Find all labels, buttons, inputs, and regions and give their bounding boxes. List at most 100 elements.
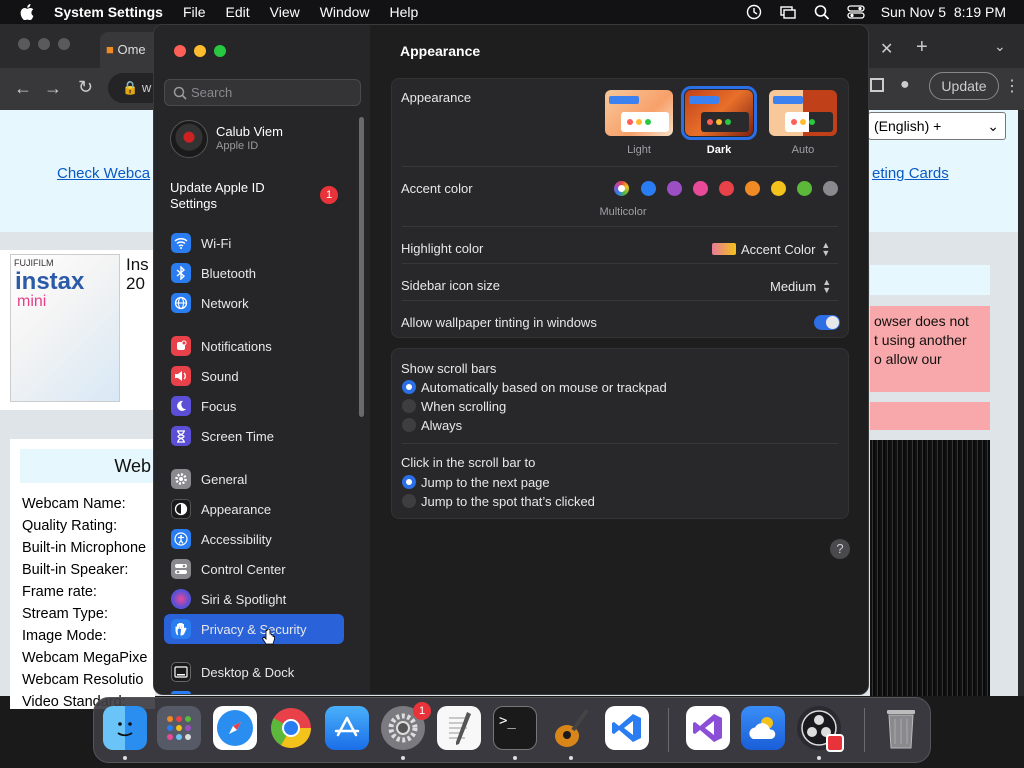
accent-blue-swatch[interactable]: [641, 181, 656, 196]
running-indicator: [513, 756, 517, 760]
garageband-icon[interactable]: [549, 706, 593, 750]
accent-pink-swatch[interactable]: [693, 181, 708, 196]
appearance-light-thumbnail[interactable]: [605, 90, 673, 136]
sidebar-item-notifications[interactable]: Notifications: [164, 331, 344, 361]
bell-icon: [171, 336, 191, 356]
update-apple-id-settings[interactable]: Update Apple ID Settings: [170, 180, 280, 212]
warning-box: owser does not t using another o allow our: [870, 306, 990, 392]
back-icon[interactable]: ←: [14, 78, 32, 99]
mouse-cursor-icon: [262, 629, 275, 645]
highlight-value: Accent Color: [741, 241, 816, 257]
side-panel-icon[interactable]: [870, 78, 884, 92]
menu-app-name[interactable]: System Settings: [54, 4, 163, 20]
sidebar-item-general[interactable]: General: [164, 464, 344, 494]
weather-icon[interactable]: [741, 706, 785, 750]
spotlight-search-icon[interactable]: [813, 4, 831, 20]
accent-yellow-swatch[interactable]: [771, 181, 786, 196]
sidebar-item-siri-spotlight[interactable]: Siri & Spotlight: [164, 584, 344, 614]
tab-list-chevron-icon[interactable]: ⌄: [994, 38, 1006, 55]
zoom-window-button[interactable]: [214, 45, 226, 57]
forward-icon[interactable]: →: [44, 78, 62, 99]
sidebar-item-accessibility[interactable]: Accessibility: [164, 524, 344, 554]
menu-edit[interactable]: Edit: [226, 4, 250, 20]
sidebar-item-desktop-dock[interactable]: Desktop & Dock: [164, 657, 344, 687]
new-tab-icon[interactable]: +: [916, 36, 928, 59]
control-center-icon[interactable]: [847, 4, 865, 20]
divider: [402, 300, 838, 301]
tab-title: Ome: [117, 42, 146, 57]
appearance-dark-thumbnail[interactable]: [681, 86, 757, 140]
lock-icon: 🔒: [122, 80, 139, 95]
browser-update-button[interactable]: Update: [929, 72, 999, 100]
apple-id-account[interactable]: Calub Viem Apple ID: [170, 120, 283, 158]
sidebar-item-bluetooth[interactable]: Bluetooth: [164, 258, 344, 288]
sidebar-item-wifi[interactable]: Wi-Fi: [164, 228, 344, 258]
accent-multicolor-swatch[interactable]: [614, 181, 629, 196]
click-spot-radio[interactable]: [402, 494, 416, 508]
panel-row: Built-in Speaker:: [22, 562, 129, 578]
chrome-icon[interactable]: [269, 706, 313, 750]
sidebar-item-sound[interactable]: Sound: [164, 361, 344, 391]
sidebar-scrollbar[interactable]: [359, 117, 364, 417]
accent-orange-swatch[interactable]: [745, 181, 760, 196]
browser-menu-icon[interactable]: ⋮: [1004, 76, 1020, 96]
sidebar-item-control-center[interactable]: Control Center: [164, 554, 344, 584]
textedit-icon[interactable]: [437, 706, 481, 750]
minimize-window-button[interactable]: [194, 45, 206, 57]
scroll-always-radio[interactable]: [402, 418, 416, 432]
search-input[interactable]: Search: [164, 79, 361, 106]
sidebar-item-network[interactable]: Network: [164, 288, 344, 318]
visual-studio-icon[interactable]: [686, 706, 730, 750]
highlight-color-popup[interactable]: Accent Color ▲ ▼: [712, 241, 830, 258]
dock-separator: [668, 708, 669, 752]
sidebar-item-focus[interactable]: Focus: [164, 391, 344, 421]
page-link-left[interactable]: Check Webca: [57, 165, 150, 182]
scroll-when-scrolling-radio[interactable]: [402, 399, 416, 413]
close-tab-icon[interactable]: ✕: [880, 39, 893, 59]
sidebar-item-screen-time[interactable]: Screen Time: [164, 421, 344, 451]
accent-graphite-swatch[interactable]: [823, 181, 838, 196]
language-select[interactable]: (English) + ⌄: [868, 112, 1006, 140]
terminal-icon[interactable]: >_: [493, 706, 537, 750]
control-center-icon: [171, 559, 191, 579]
accent-green-swatch[interactable]: [797, 181, 812, 196]
accent-purple-swatch[interactable]: [667, 181, 682, 196]
trash-icon[interactable]: [879, 706, 923, 750]
sidebar-item-appearance[interactable]: Appearance: [164, 494, 344, 524]
appearance-auto-thumbnail[interactable]: [769, 90, 837, 136]
time-machine-icon[interactable]: [745, 4, 763, 20]
click-next-page-radio[interactable]: [402, 475, 416, 489]
browser-tab[interactable]: ■ Ome: [100, 32, 160, 68]
menu-help[interactable]: Help: [390, 4, 419, 20]
appearance-label: Appearance: [401, 90, 472, 105]
sidebar-item-privacy-security[interactable]: Privacy & Security: [164, 614, 344, 644]
accent-red-swatch[interactable]: [719, 181, 734, 196]
panel-row: Frame rate:: [22, 584, 97, 600]
launchpad-icon[interactable]: [157, 706, 201, 750]
menubar-clock[interactable]: Sun Nov 5 8:19 PM: [881, 4, 1006, 20]
divider: [402, 443, 838, 444]
sidebar-icon-size-popup[interactable]: Medium ▲ ▼: [770, 278, 831, 295]
app-store-icon[interactable]: [325, 706, 369, 750]
screen-mirroring-icon[interactable]: [779, 4, 797, 20]
vscode-icon[interactable]: [605, 706, 649, 750]
scroll-auto-radio[interactable]: [402, 380, 416, 394]
close-window-button[interactable]: [174, 45, 186, 57]
finder-icon[interactable]: [103, 706, 147, 750]
safari-icon[interactable]: [213, 706, 257, 750]
sidebar-item-label: Bluetooth: [201, 265, 256, 281]
help-button[interactable]: ?: [830, 539, 850, 559]
instax-product-image: FUJIFILM instax mini: [10, 254, 120, 402]
window-traffic-lights: [174, 45, 226, 57]
menu-window[interactable]: Window: [320, 4, 370, 20]
running-indicator: [569, 756, 573, 760]
sidebar-item-label: Wi-Fi: [201, 235, 232, 251]
dock-separator: [864, 708, 865, 752]
page-link-right[interactable]: eting Cards: [872, 165, 949, 182]
profile-icon[interactable]: ●: [900, 76, 910, 94]
reload-icon[interactable]: ↻: [78, 77, 93, 98]
menu-view[interactable]: View: [270, 4, 300, 20]
wallpaper-tinting-toggle[interactable]: [814, 315, 840, 330]
apple-logo-icon[interactable]: [20, 4, 34, 20]
menu-file[interactable]: File: [183, 4, 206, 20]
